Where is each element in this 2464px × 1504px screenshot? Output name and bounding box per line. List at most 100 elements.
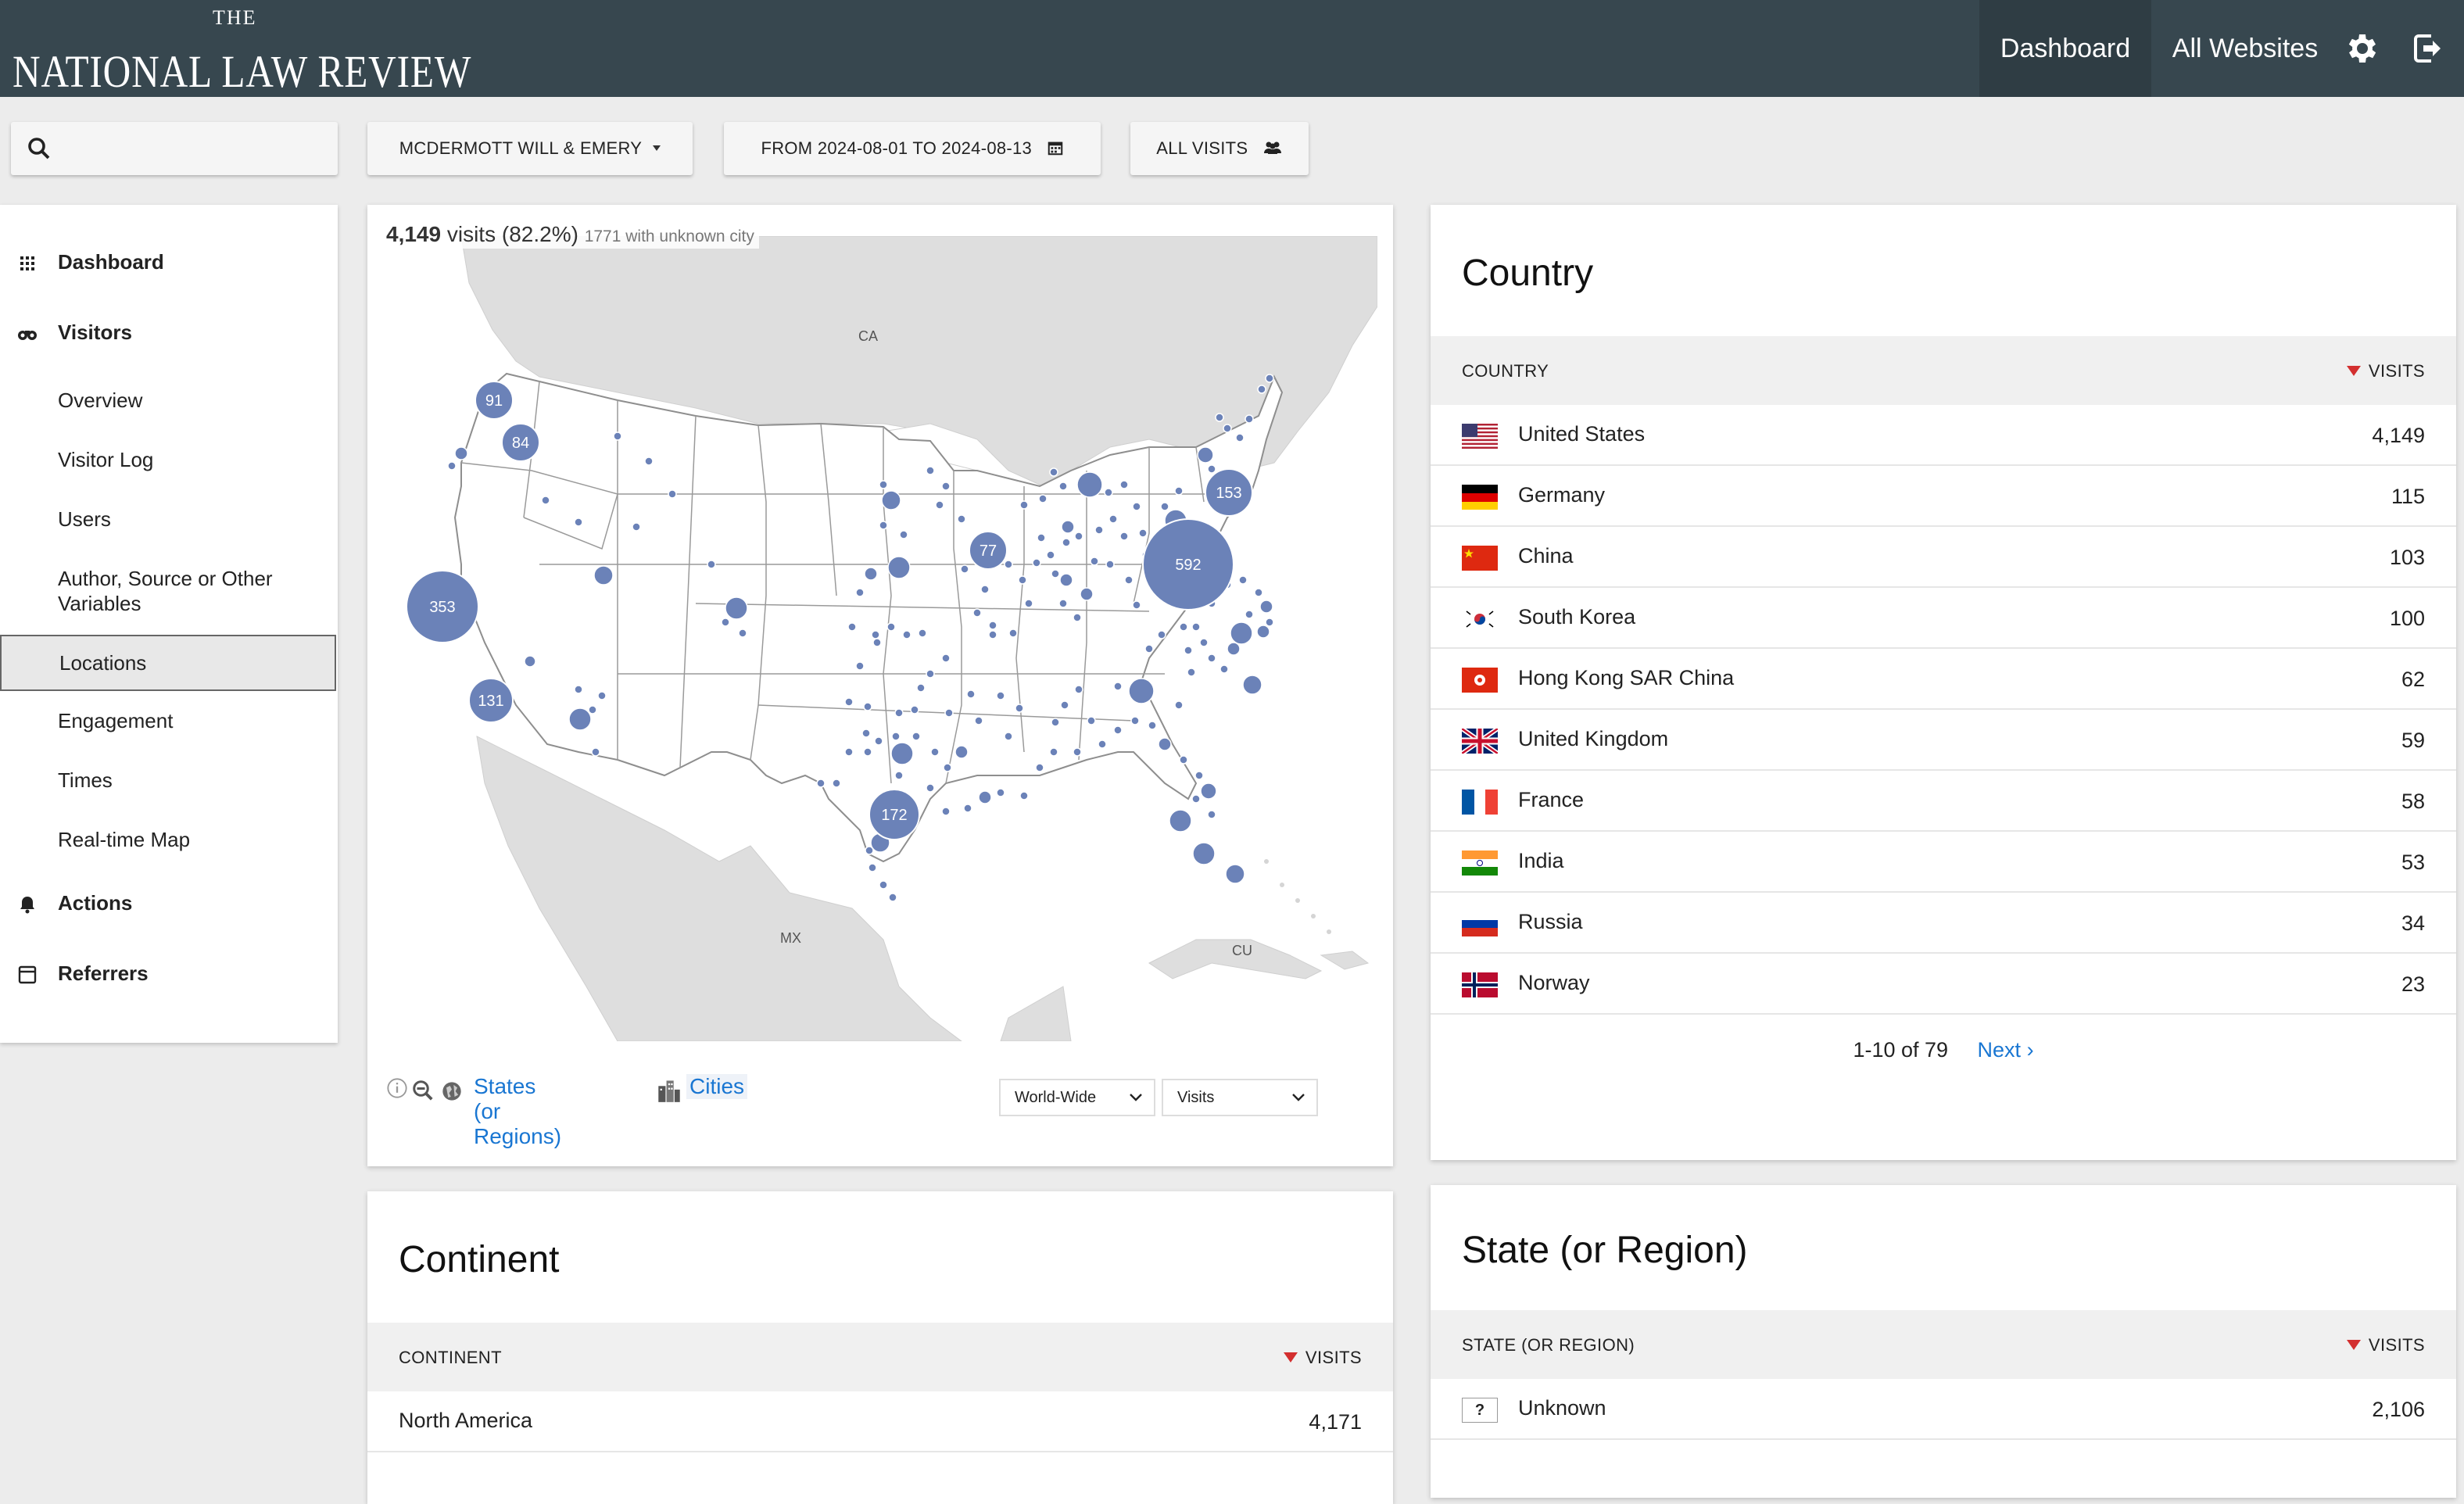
cluster-label: 77 (980, 543, 997, 560)
label-ca: CA (858, 328, 878, 344)
table-row[interactable]: France 58 (1431, 771, 2456, 832)
country-column-header[interactable]: COUNTRY (1462, 361, 1549, 381)
next-page-link[interactable]: Next › (1978, 1038, 2034, 1062)
sidebar-item-dashboard[interactable]: Dashboard (0, 250, 338, 278)
label-mx: MX (780, 930, 801, 946)
table-row[interactable]: Hong Kong SAR China 62 (1431, 649, 2456, 710)
logo-the: THE (213, 6, 257, 29)
row-value: 23 (2401, 972, 2425, 996)
usa-map[interactable]: CA MX CU 91 84 353 131 77 592 153 172 (383, 236, 1377, 1041)
site-selector[interactable]: MCDERMOTT WILL & EMERY (367, 122, 693, 175)
unknown-flag-icon: ? (1462, 1398, 1498, 1423)
row-value: 53 (2401, 850, 2425, 874)
sidebar-item-actions[interactable]: Actions (0, 891, 338, 919)
state-column-header[interactable]: STATE (OR REGION) (1462, 1335, 1635, 1355)
sidebar-item-overview[interactable]: Overview (0, 388, 338, 416)
row-label: Russia (1518, 910, 1583, 933)
row-value: 34 (2401, 911, 2425, 935)
visits-column-header[interactable]: VISITS (2346, 361, 2425, 381)
continent-column-header[interactable]: CONTINENT (399, 1348, 502, 1368)
visits-column-label: VISITS (2368, 361, 2425, 381)
cluster-bubble[interactable]: 84 (501, 423, 540, 462)
flag-us-icon (1462, 424, 1498, 449)
cluster-bubble[interactable]: 172 (868, 789, 920, 840)
visits-column-header[interactable]: VISITS (1283, 1348, 1362, 1368)
table-row[interactable]: China 103 (1431, 527, 2456, 588)
cluster-label: 172 (881, 807, 907, 824)
search-box[interactable] (11, 122, 338, 175)
cluster-bubble[interactable]: 353 (406, 570, 479, 643)
logout-icon[interactable] (2409, 30, 2447, 67)
states-regions-link[interactable]: States (or Regions) (474, 1074, 561, 1149)
visits-column-label: VISITS (2368, 1335, 2425, 1355)
zoom-out-icon[interactable] (411, 1079, 435, 1102)
gear-icon[interactable] (2342, 30, 2380, 67)
sidebar-item-engagement[interactable]: Engagement (0, 708, 338, 736)
state-report-card: State (or Region) STATE (OR REGION) VISI… (1431, 1185, 2456, 1498)
visits-column-label: VISITS (1305, 1348, 1362, 1367)
cluster-bubble[interactable]: 77 (969, 531, 1008, 570)
flag-no-icon (1462, 972, 1498, 997)
table-row[interactable]: Norway 23 (1431, 954, 2456, 1015)
table-row[interactable]: South Korea 100 (1431, 588, 2456, 649)
country-card-title: Country (1462, 252, 1594, 294)
chevron-down-icon (1130, 1094, 1142, 1101)
sidebar-item-users[interactable]: Users (0, 507, 338, 535)
segment-selector[interactable]: ALL VISITS (1130, 122, 1309, 175)
table-row[interactable]: United Kingdom 59 (1431, 710, 2456, 771)
sidebar-item-label: Real-time Map (58, 828, 191, 851)
sidebar-item-referrers[interactable]: Referrers (0, 961, 338, 990)
sidebar-item-custom-variables[interactable]: Author, Source or Other Variables (0, 566, 338, 621)
row-value: 58 (2401, 790, 2425, 813)
flag-in-icon (1462, 850, 1498, 876)
row-label: India (1518, 849, 1564, 872)
sidebar-item-label: Visitors (58, 320, 132, 344)
cluster-label: 91 (485, 392, 503, 410)
sidebar-item-times[interactable]: Times (0, 768, 338, 796)
cluster-label: 592 (1175, 557, 1201, 574)
row-label: South Korea (1518, 605, 1636, 628)
table-row[interactable]: ? Unknown 2,106 (1431, 1379, 2456, 1440)
segment-selector-label: ALL VISITS (1156, 138, 1248, 158)
table-row[interactable]: Germany 115 (1431, 466, 2456, 527)
sort-desc-icon (1283, 1352, 1298, 1363)
map-metric-select[interactable]: Visits (1162, 1079, 1318, 1116)
map-visits-word: visits (446, 222, 496, 246)
visits-column-header[interactable]: VISITS (2346, 1335, 2425, 1355)
sidebar-item-visitor-log[interactable]: Visitor Log (0, 447, 338, 475)
table-row[interactable]: United States 4,149 (1431, 405, 2456, 466)
cluster-bubble[interactable]: 131 (468, 678, 514, 723)
cluster-label: 353 (429, 599, 455, 616)
table-row[interactable]: India 53 (1431, 832, 2456, 893)
flag-cn-icon (1462, 546, 1498, 571)
sidebar-item-locations[interactable]: Locations (0, 635, 336, 691)
table-row[interactable]: Russia 34 (1431, 893, 2456, 954)
nav-dashboard[interactable]: Dashboard (1979, 0, 2151, 97)
row-value: 62 (2401, 668, 2425, 691)
sidebar-item-visitors[interactable]: Visitors (0, 320, 338, 349)
sidebar-item-realtime-map[interactable]: Real-time Map (0, 827, 338, 855)
sidebar-item-label: Locations (59, 651, 147, 675)
cities-link[interactable]: Cities (686, 1074, 748, 1099)
flag-de-icon (1462, 485, 1498, 510)
cluster-bubble[interactable]: 91 (475, 381, 514, 420)
cluster-bubble[interactable]: 592 (1142, 518, 1234, 611)
cluster-bubble[interactable]: 153 (1205, 468, 1253, 517)
row-label: Norway (1518, 971, 1590, 994)
row-value: 103 (2389, 546, 2425, 569)
binoculars-icon (18, 331, 37, 340)
flag-hk-icon (1462, 668, 1498, 693)
row-value: 115 (2391, 485, 2425, 508)
table-row[interactable]: North America 4,171 (367, 1391, 1393, 1452)
continent-table-header: CONTINENT VISITS (367, 1323, 1393, 1391)
info-icon[interactable] (386, 1077, 408, 1099)
map-summary: 4,149 visits (82.2%) 1771 with unknown c… (381, 220, 759, 249)
sidebar-item-label: Times (58, 768, 113, 792)
map-metric-value: Visits (1177, 1089, 1215, 1106)
map-scope-select[interactable]: World-Wide (999, 1079, 1155, 1116)
cluster-label: 84 (512, 435, 529, 452)
period-selector[interactable]: FROM 2024-08-01 TO 2024-08-13 (724, 122, 1101, 175)
nav-all-websites[interactable]: All Websites (2151, 0, 2339, 97)
globe-icon[interactable] (441, 1080, 463, 1102)
grid-icon (20, 256, 34, 270)
